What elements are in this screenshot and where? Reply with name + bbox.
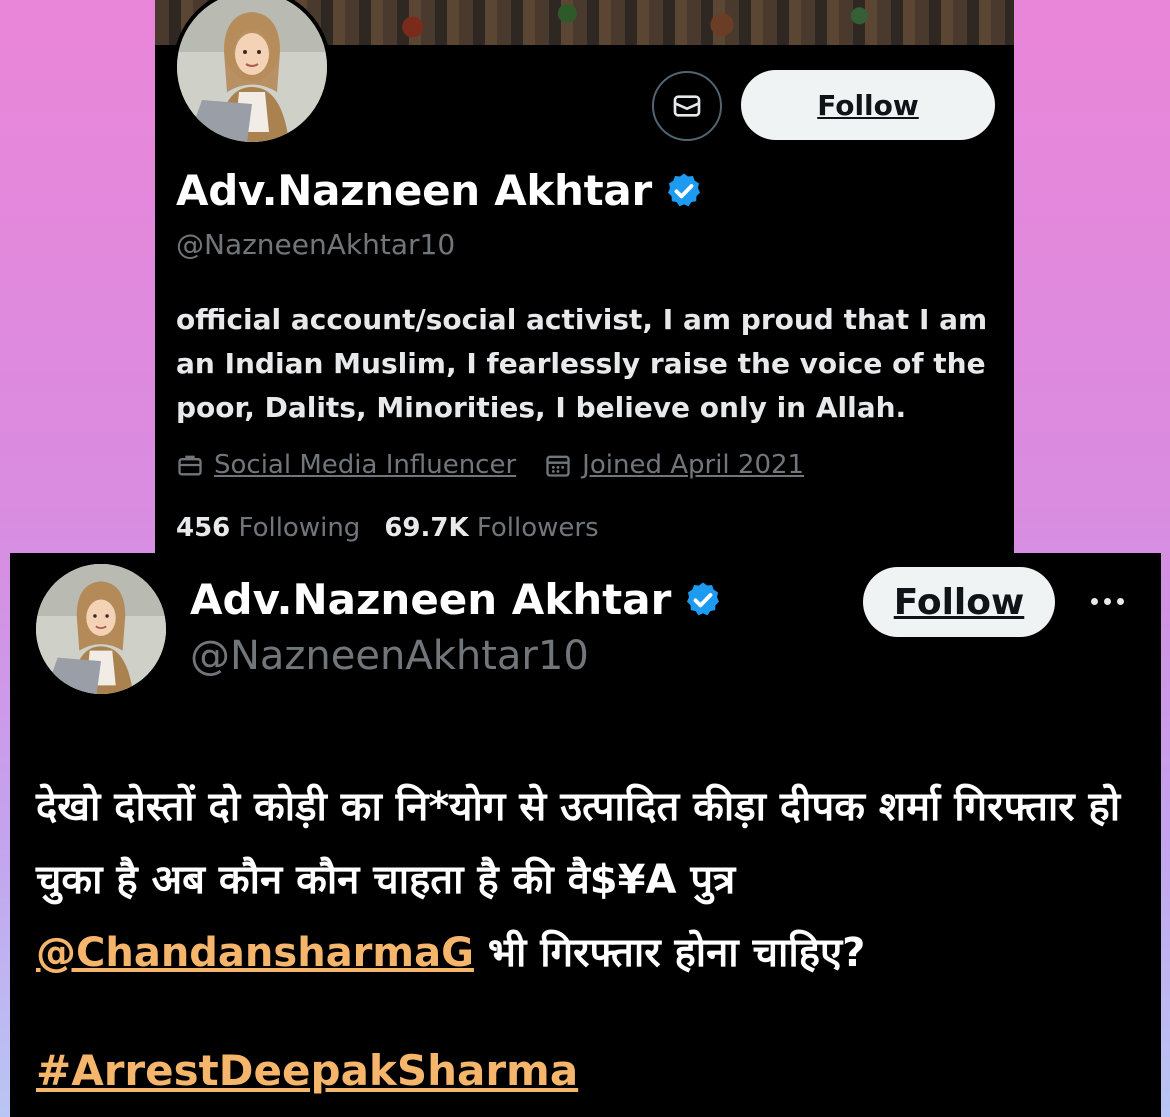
profile-stats: 456 Following 69.7K Followers	[176, 513, 599, 543]
tweet-author-name-text: Adv.Nazneen Akhtar	[190, 575, 672, 624]
more-options-icon[interactable]	[1082, 583, 1132, 619]
following-count: 456	[176, 513, 231, 543]
follow-button[interactable]: Follow	[741, 70, 995, 140]
dot	[1116, 597, 1124, 605]
profile-card: Follow Adv.Nazneen Akhtar @NazneenAkhtar…	[155, 0, 1014, 553]
joined-item: Joined April 2021	[544, 450, 804, 480]
category-label: Social Media Influencer	[214, 450, 517, 480]
tweet-text: देखो दोस्तों दो कोड़ी का नि*योग से उत्पा…	[36, 771, 1146, 990]
profile-handle: @NazneenAkhtar10	[176, 228, 456, 261]
profile-name: Adv.Nazneen Akhtar	[176, 166, 704, 215]
avatar-illustration	[177, 0, 327, 142]
calendar-icon	[546, 455, 570, 477]
profile-meta: Social Media Influencer Joined April 202…	[176, 450, 804, 480]
tweet-text-part1: देखो दोस्तों दो कोड़ी का नि*योग से उत्पा…	[36, 784, 1121, 903]
verified-badge-icon[interactable]	[664, 171, 704, 211]
verified-badge-icon[interactable]	[683, 580, 723, 620]
followers-label: Followers	[476, 513, 599, 543]
following-link[interactable]: 456 Following	[176, 513, 360, 543]
profile-bio: official account/social activist, I am p…	[176, 303, 988, 424]
dot	[1090, 597, 1098, 605]
followers-link[interactable]: 69.7K Followers	[384, 513, 598, 543]
following-label: Following	[238, 513, 361, 543]
tweet-author-handle[interactable]: @NazneenAkhtar10	[190, 633, 589, 679]
dot	[1103, 597, 1111, 605]
tweet-author-name[interactable]: Adv.Nazneen Akhtar	[190, 575, 723, 624]
category-item[interactable]: Social Media Influencer	[176, 450, 516, 480]
follow-button[interactable]: Follow	[863, 567, 1055, 637]
mention-link[interactable]: @ChandansharmaG	[36, 930, 474, 976]
tweet-text-part2: भी गिरफ्तार होना चाहिए?	[473, 930, 866, 976]
followers-count: 69.7K	[384, 513, 469, 543]
briefcase-icon	[178, 455, 202, 476]
tweet-card: Adv.Nazneen Akhtar @NazneenAkhtar10 Foll…	[10, 553, 1161, 1117]
message-button[interactable]	[652, 71, 722, 141]
profile-avatar[interactable]	[173, 0, 331, 146]
hashtag-link[interactable]: #ArrestDeepakSharma	[36, 1046, 578, 1095]
profile-name-text: Adv.Nazneen Akhtar	[176, 166, 652, 215]
envelope-icon	[673, 95, 701, 117]
tweet-avatar[interactable]	[36, 564, 166, 694]
joined-label: Joined April 2021	[582, 450, 805, 480]
avatar-illustration	[36, 564, 166, 694]
